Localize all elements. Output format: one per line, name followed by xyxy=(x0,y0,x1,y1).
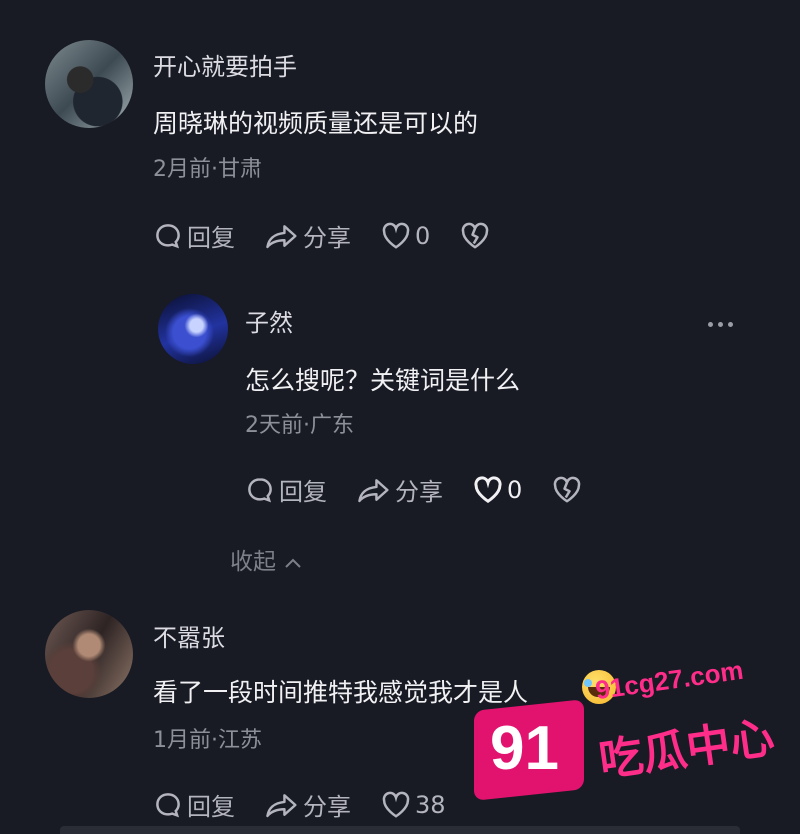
dislike-button[interactable] xyxy=(460,222,494,250)
comment-text: 怎么搜呢？关键词是什么 xyxy=(245,366,521,395)
like-button[interactable]: 38 xyxy=(381,791,446,819)
collapse-replies-button[interactable]: 收起 xyxy=(230,542,303,576)
comment-text: 周晓琳的视频质量还是可以的 xyxy=(153,109,479,138)
share-label: 分享 xyxy=(303,224,351,252)
share-arrow-icon xyxy=(266,793,297,817)
broken-heart-icon xyxy=(553,476,581,502)
comment-actions: 回复 分享 0 xyxy=(245,472,616,507)
more-options-icon[interactable] xyxy=(708,322,733,327)
collapse-label: 收起 xyxy=(230,549,276,575)
watermark-site: 91cg27.com xyxy=(593,654,746,706)
comment-meta: 2月前·甘肃 xyxy=(153,157,262,182)
comment-username[interactable]: 开心就要拍手 xyxy=(153,47,297,82)
watermark-number: 91 xyxy=(490,714,559,783)
comment-meta: 2天前·广东 xyxy=(245,413,354,438)
share-label: 分享 xyxy=(395,478,443,506)
avatar[interactable] xyxy=(45,610,133,698)
share-button[interactable]: 分享 xyxy=(265,787,351,822)
like-button[interactable]: 0 xyxy=(473,476,522,504)
reply-button[interactable]: 回复 xyxy=(245,472,327,507)
share-button[interactable]: 分享 xyxy=(265,218,351,253)
share-button[interactable]: 分享 xyxy=(357,472,443,507)
comment-meta: 1月前·江苏 xyxy=(153,728,262,753)
reply-button[interactable]: 回复 xyxy=(153,787,235,822)
bottom-input-bar xyxy=(60,826,740,834)
comment-username[interactable]: 不嚣张 xyxy=(153,618,225,653)
comment-bubble-icon xyxy=(156,223,180,248)
heart-icon xyxy=(474,475,502,503)
avatar[interactable] xyxy=(45,40,133,128)
comment-actions: 回复 分享 38 xyxy=(153,787,476,822)
heart-icon xyxy=(382,791,410,818)
comment-bubble-icon xyxy=(248,477,272,502)
heart-icon xyxy=(382,222,410,249)
comment-actions: 回复 分享 0 xyxy=(153,218,524,253)
avatar[interactable] xyxy=(158,294,228,364)
like-count: 38 xyxy=(415,790,446,819)
share-arrow-icon xyxy=(358,478,389,502)
dislike-button[interactable] xyxy=(552,476,586,504)
watermark-name: 吃瓜中心 xyxy=(595,711,778,787)
like-count: 0 xyxy=(415,221,431,250)
broken-heart-icon xyxy=(461,222,489,248)
share-arrow-icon xyxy=(266,224,297,248)
reply-label: 回复 xyxy=(279,478,327,506)
chevron-up-icon xyxy=(285,558,302,568)
share-label: 分享 xyxy=(303,793,351,821)
like-button[interactable]: 0 xyxy=(381,222,430,250)
reply-label: 回复 xyxy=(187,793,235,821)
comment-username[interactable]: 子然 xyxy=(245,303,293,338)
reply-label: 回复 xyxy=(187,224,235,252)
reply-button[interactable]: 回复 xyxy=(153,218,235,253)
watermark: 91cg27.com 91 吃瓜中心 xyxy=(470,655,790,825)
comment-bubble-icon xyxy=(156,792,180,817)
like-count: 0 xyxy=(507,475,523,504)
